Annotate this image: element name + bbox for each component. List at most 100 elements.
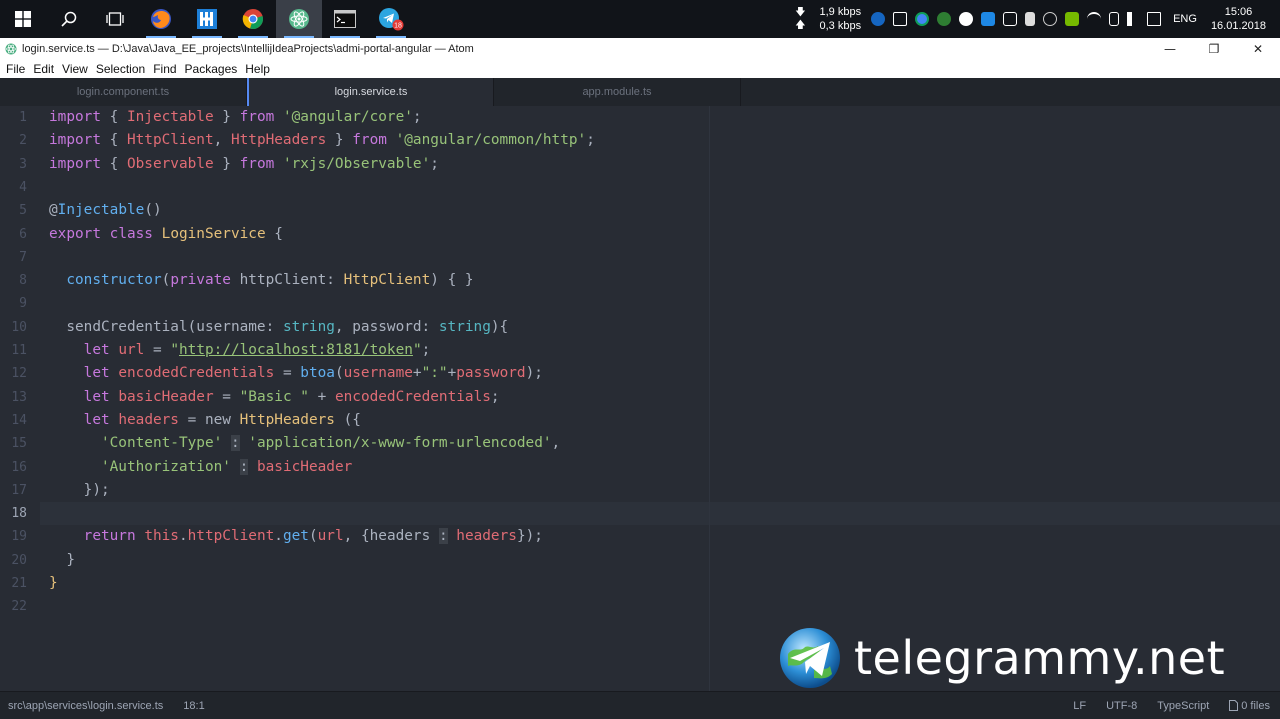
code-line[interactable]: } <box>49 549 75 572</box>
tray-search-icon[interactable] <box>959 12 974 26</box>
status-encoding[interactable]: UTF-8 <box>1106 700 1137 712</box>
tray-nvidia-icon[interactable] <box>1065 12 1080 26</box>
system-tray: 🡇 🡅 1,9 kbps 0,3 kbps ENG 15:06 16.01.20… <box>795 0 1280 38</box>
code-token: ; <box>430 155 439 172</box>
line-number[interactable]: 1 <box>0 106 27 129</box>
code-line[interactable]: let headers = new HttpHeaders ({ <box>49 409 361 432</box>
line-number[interactable]: 12 <box>0 362 27 385</box>
line-number[interactable]: 16 <box>0 456 27 479</box>
code-token: constructor <box>66 272 162 289</box>
window-title-bar[interactable]: login.service.ts — D:\Java\Java_EE_proje… <box>0 38 1280 59</box>
taskbar-firefox[interactable] <box>138 0 184 38</box>
code-line[interactable]: } <box>49 572 58 595</box>
code-token: { <box>100 132 127 149</box>
line-number[interactable]: 22 <box>0 595 27 618</box>
menu-packages[interactable]: Packages <box>181 62 242 76</box>
line-number[interactable]: 5 <box>0 199 27 222</box>
taskbar-intellij[interactable] <box>184 0 230 38</box>
line-number-gutter[interactable]: 1 2 3 4 5 6 7 8 9 10 11 12 13 14 15 16 17 18 19 20 21 22 <box>0 106 40 691</box>
status-file-path[interactable]: src\app\services\login.service.ts <box>8 700 163 712</box>
tray-bluetooth-icon[interactable] <box>1043 12 1058 26</box>
code-token: , password: <box>334 318 439 335</box>
code-line[interactable]: 'Authorization' : basicHeader <box>49 456 352 479</box>
line-number[interactable]: 15 <box>0 432 27 455</box>
line-number[interactable]: 21 <box>0 572 27 595</box>
code-token: + <box>308 388 335 405</box>
download-arrow-icon: 🡇 <box>795 7 806 18</box>
line-number[interactable]: 4 <box>0 176 27 199</box>
code-line[interactable]: let encodedCredentials = btoa(username+"… <box>49 362 543 385</box>
start-button[interactable] <box>0 0 46 38</box>
line-number[interactable]: 17 <box>0 479 27 502</box>
code-line[interactable]: export class LoginService { <box>49 223 283 246</box>
tab-login-service[interactable]: login.service.ts <box>247 78 494 106</box>
line-number[interactable]: 7 <box>0 246 27 269</box>
line-number[interactable]: 18 <box>0 502 27 525</box>
tray-image-icon[interactable] <box>1003 12 1018 26</box>
code-line[interactable]: let basicHeader = "Basic " + encodedCred… <box>49 386 500 409</box>
code-line[interactable]: constructor(private httpClient: HttpClie… <box>49 269 473 292</box>
status-cursor-position[interactable]: 18:1 <box>183 700 204 712</box>
tab-login-component[interactable]: login.component.ts <box>0 78 247 106</box>
line-number[interactable]: 19 <box>0 525 27 548</box>
line-number[interactable]: 6 <box>0 223 27 246</box>
system-clock[interactable]: 15:06 16.01.2018 <box>1211 5 1266 33</box>
taskbar-terminal[interactable] <box>322 0 368 38</box>
code-line[interactable]: sendCredential(username: string, passwor… <box>49 316 508 339</box>
file-icon <box>1229 700 1239 711</box>
code-line[interactable]: import { Injectable } from '@angular/cor… <box>49 106 422 129</box>
line-number[interactable]: 13 <box>0 386 27 409</box>
line-number[interactable]: 3 <box>0 153 27 176</box>
code-line[interactable]: @Injectable() <box>49 199 162 222</box>
tab-app-module[interactable]: app.module.ts <box>494 78 741 106</box>
code-line[interactable]: let url = "http://localhost:8181/token"; <box>49 339 431 362</box>
notifications-icon[interactable] <box>1147 12 1162 26</box>
tray-sync-icon[interactable] <box>937 12 952 26</box>
wifi-icon[interactable] <box>1087 12 1102 26</box>
taskbar-atom[interactable] <box>276 0 322 38</box>
line-number[interactable]: 20 <box>0 549 27 572</box>
code-line[interactable]: }); <box>49 479 110 502</box>
taskbar-telegram[interactable]: 18 <box>368 0 414 38</box>
menu-find[interactable]: Find <box>149 62 180 76</box>
tray-security-icon[interactable] <box>981 12 996 26</box>
tray-usb-icon[interactable] <box>1025 12 1036 26</box>
input-language[interactable]: ENG <box>1173 13 1197 25</box>
line-number[interactable]: 8 <box>0 269 27 292</box>
tray-checkbox-icon[interactable] <box>893 12 908 26</box>
menu-view[interactable]: View <box>58 62 92 76</box>
close-button[interactable]: ✕ <box>1236 38 1280 59</box>
menu-file[interactable]: File <box>2 62 29 76</box>
code-token: ){ <box>490 318 509 335</box>
code-editor[interactable]: 1 2 3 4 5 6 7 8 9 10 11 12 13 14 15 16 17 18 19 20 21 22 impo… <box>0 106 1280 691</box>
line-number[interactable]: 11 <box>0 339 27 362</box>
tray-app-icon[interactable] <box>871 12 886 26</box>
menu-help[interactable]: Help <box>241 62 274 76</box>
maximize-button[interactable]: ❐ <box>1192 38 1236 59</box>
line-number[interactable]: 14 <box>0 409 27 432</box>
status-line-ending[interactable]: LF <box>1073 700 1086 712</box>
code-line[interactable]: 'Content-Type' : 'application/x-www-form… <box>49 432 560 455</box>
line-number[interactable]: 2 <box>0 129 27 152</box>
code-line[interactable]: import { Observable } from 'rxjs/Observa… <box>49 153 439 176</box>
taskbar-chrome[interactable] <box>230 0 276 38</box>
tray-chrome-icon[interactable] <box>915 12 930 26</box>
code-line[interactable]: return this.httpClient.get(url, {headers… <box>49 525 543 548</box>
status-grammar[interactable]: TypeScript <box>1157 700 1209 712</box>
search-button[interactable] <box>46 0 92 38</box>
line-number[interactable]: 10 <box>0 316 27 339</box>
chrome-icon <box>242 9 263 29</box>
code-token: } <box>49 551 75 568</box>
battery-icon[interactable] <box>1109 12 1120 26</box>
menu-selection[interactable]: Selection <box>92 62 149 76</box>
status-git[interactable]: 0 files <box>1229 700 1270 712</box>
task-view-button[interactable] <box>92 0 138 38</box>
line-number[interactable]: 9 <box>0 292 27 315</box>
code-line[interactable]: import { HttpClient, HttpHeaders } from … <box>49 129 595 152</box>
volume-icon[interactable] <box>1127 12 1139 26</box>
minimize-button[interactable]: — <box>1148 38 1192 59</box>
menu-edit[interactable]: Edit <box>29 62 58 76</box>
